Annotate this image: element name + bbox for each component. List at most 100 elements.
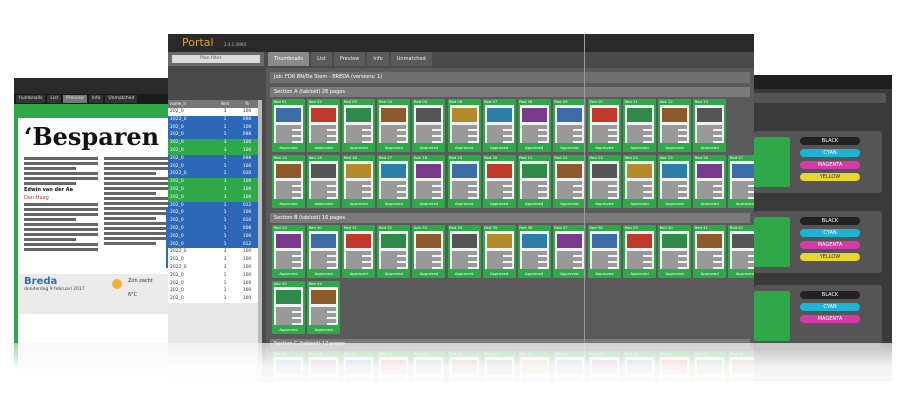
column-header-name[interactable]: name_ir — [168, 100, 214, 108]
page-thumbnail-card[interactable]: Red 06 Approved — [447, 99, 481, 152]
page-thumbnail-image — [589, 161, 619, 199]
page-thumbnail-card[interactable]: Red 31 Approved — [342, 225, 376, 278]
separation-thumbnail[interactable] — [754, 217, 790, 267]
list-row[interactable]: 202_0 1 100 — [168, 232, 258, 241]
list-row[interactable]: 202_0 1 012 — [168, 201, 258, 210]
page-thumbnail-card[interactable]: Red 20 Approved — [482, 155, 516, 208]
list-row[interactable]: 202_0 3 100 — [168, 193, 258, 202]
list-row[interactable]: 202_0 1 100 — [168, 209, 258, 218]
list-row[interactable]: 202_0 1 100 — [168, 271, 258, 280]
page-thumbnail-card[interactable]: Red 15 Approved — [307, 155, 341, 208]
list-row[interactable]: 2022_0 3 100 — [168, 248, 258, 257]
page-thumbnail-card[interactable]: Red 22 Approved — [552, 155, 586, 208]
page-thumbnail-card[interactable]: Red 40 Approved — [658, 225, 692, 278]
page-thumbnail-card[interactable]: Adv 12 Approved — [658, 99, 692, 152]
page-thumbnail-card[interactable]: Red 24 Approved — [623, 155, 656, 208]
preview-tab[interactable]: Info — [88, 95, 104, 103]
page-text-line — [521, 267, 538, 269]
list-row[interactable]: 202_0 3 100 — [168, 185, 258, 194]
list-row[interactable]: 202_0 1 008 — [168, 224, 258, 233]
page-thumbnail-card[interactable]: Red 14 Approved — [272, 155, 305, 208]
tab-list[interactable]: List — [311, 52, 332, 66]
page-thumbnail-card[interactable]: Red 29 Approved — [272, 225, 305, 278]
list-row[interactable]: 202_0 3 100 — [168, 178, 258, 186]
page-thumbnail-card[interactable]: Red 08 Approved — [517, 99, 551, 152]
preview-tab[interactable]: humbnails — [16, 95, 46, 103]
plan-filter-input[interactable]: Plan filter — [172, 55, 260, 63]
list-row[interactable]: 2022_0 1 010 — [168, 170, 258, 179]
preview-tab[interactable]: List — [47, 95, 62, 103]
tab-unmatched[interactable]: Unmatched — [390, 52, 432, 66]
page-thumbnail-card[interactable]: Red 05 Approved — [412, 99, 446, 152]
page-thumbnail-card[interactable]: Red 34 Approved — [447, 225, 481, 278]
page-thumbnail-card[interactable]: Red 09 Approved — [552, 99, 586, 152]
list-row[interactable]: 202_0 1 100 — [168, 123, 258, 132]
page-thumbnail-card[interactable]: Red 21 Approved — [517, 155, 551, 208]
page-thumbnail-card[interactable]: Red 27 Approved — [728, 155, 754, 208]
page-thumbnail-card[interactable]: Red 10 Approved — [587, 99, 621, 152]
page-thumbnail-card[interactable]: Red 38 Approved — [587, 225, 621, 278]
page-thumbnail-card[interactable]: Red 07 Approved — [482, 99, 516, 152]
list-row[interactable]: 2022_0 3 100 — [168, 263, 258, 272]
list-row[interactable]: 202_0 1 100 — [168, 287, 258, 296]
page-thumbnail-card[interactable]: Red 41 Approved — [693, 225, 727, 278]
page-thumbnail-card[interactable]: Red 42 Approved — [728, 225, 754, 278]
list-row[interactable]: 202_0 3 100 — [168, 146, 258, 155]
preview-tab-active[interactable]: Preview — [63, 95, 87, 103]
section-header[interactable]: Section A (tabloid) 28 pages — [270, 87, 750, 97]
separation-thumbnail[interactable] — [754, 291, 790, 341]
column-header-percent[interactable]: % — [236, 100, 258, 108]
list-row[interactable]: 202_0 3 100 — [168, 108, 258, 116]
page-thumbnail-card[interactable]: Red 17 Approved — [377, 155, 411, 208]
page-thumbnail-card[interactable]: Red 30 Approved — [307, 225, 341, 278]
approval-status: Approved — [560, 271, 579, 276]
list-row[interactable]: 202_0 1 098 — [168, 154, 258, 163]
tab-preview[interactable]: Preview — [333, 52, 366, 66]
page-thumbnail-card[interactable]: Red 37 Approved — [552, 225, 586, 278]
page-text-line — [416, 267, 433, 269]
list-cell-name: 202_0 — [170, 280, 184, 286]
page-thumbnail-card[interactable]: Red 11 Approved — [623, 99, 656, 152]
page-thumbnail-card[interactable]: Red 01 Approved — [272, 99, 305, 152]
page-thumbnail-card[interactable]: Adv 43 Approved — [272, 281, 305, 334]
page-thumbnail-card[interactable]: Red 32 Approved — [377, 225, 411, 278]
page-thumbnail-card[interactable]: Red 16 Approved — [342, 155, 376, 208]
list-row[interactable]: 202_0 1 098 — [168, 131, 258, 140]
list-row[interactable]: 202_0 1 100 — [168, 162, 258, 171]
preview-tab[interactable]: Unmatched — [105, 95, 138, 103]
page-thumbnail-image — [625, 105, 654, 143]
list-cell-ver: 1 — [223, 241, 227, 247]
tab-info[interactable]: Info — [367, 52, 389, 66]
list-row[interactable]: 202_0 3 100 — [168, 139, 258, 147]
list-row[interactable]: 202_0 3 100 — [168, 256, 258, 264]
list-row[interactable]: 2022_0 1 098 — [168, 115, 258, 124]
page-thumbnail-card[interactable]: Red 19 Approved — [447, 155, 481, 208]
column-header-version[interactable]: Vers — [214, 100, 236, 108]
page-thumbnail-card[interactable]: Red 35 Approved — [482, 225, 516, 278]
page-thumbnail-card[interactable]: Adv 18 Approved — [412, 155, 446, 208]
page-thumbnail-card[interactable]: Adv 33 Approved — [412, 225, 446, 278]
page-thumbnail-card[interactable]: Red 44 Approved — [307, 281, 341, 334]
section-header[interactable]: Section B (tabloid) 16 pages — [270, 213, 750, 223]
tab-thumbnails[interactable]: Thumbnails — [268, 52, 310, 66]
page-thumbnail-card[interactable]: Adv 25 Approved — [658, 155, 692, 208]
list-scrollbar[interactable] — [258, 100, 262, 382]
page-thumbnail-card[interactable]: Red 36 Approved — [517, 225, 551, 278]
list-row[interactable]: 202_0 1 010 — [168, 217, 258, 225]
list-row[interactable]: 202_0 1 100 — [168, 279, 258, 288]
page-thumbnail-card[interactable]: Red 04 Approved — [377, 99, 411, 152]
page-thumbnail-card[interactable]: Red 26 Approved — [693, 155, 727, 208]
page-thumbnail-card[interactable]: Red 02 Approved — [307, 99, 341, 152]
list-row[interactable]: 202_0 1 012 — [168, 240, 258, 249]
page-thumbnail-card[interactable]: Red 23 Approved — [587, 155, 621, 208]
page-text-line — [556, 267, 573, 269]
separation-panel: BLACK CYAN MAGENTA YELLOW — [754, 131, 882, 193]
separation-thumbnail[interactable] — [754, 137, 790, 187]
pane-divider[interactable] — [584, 34, 585, 382]
list-row[interactable]: 202_0 1 100 — [168, 295, 258, 303]
newspaper-page-preview[interactable]: ‘Besparen op Edwin van der Aa Den Haag — [18, 118, 184, 364]
sun-icon — [112, 279, 122, 289]
page-thumbnail-card[interactable]: Red 13 Approved — [693, 99, 727, 152]
page-thumbnail-card[interactable]: Red 03 Approved — [342, 99, 376, 152]
page-thumbnail-card[interactable]: Red 39 Approved — [623, 225, 656, 278]
